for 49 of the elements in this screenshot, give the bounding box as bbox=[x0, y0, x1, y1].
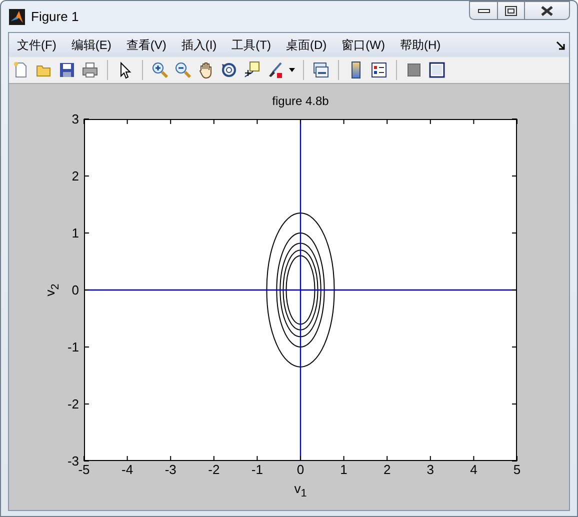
minimize-icon bbox=[478, 8, 490, 14]
tick-label: 2 bbox=[72, 168, 79, 184]
zoom-in-icon[interactable] bbox=[151, 61, 169, 79]
menu-item[interactable]: 查看(V) bbox=[126, 36, 172, 54]
menu-item[interactable]: 插入(I) bbox=[181, 36, 223, 54]
tick-label: -2 bbox=[67, 396, 79, 412]
zoom-out-icon[interactable] bbox=[174, 61, 192, 79]
tick-label: -3 bbox=[164, 462, 176, 477]
close-icon bbox=[541, 6, 553, 16]
dock-arrow-icon[interactable] bbox=[556, 41, 565, 50]
save-icon[interactable] bbox=[58, 61, 76, 79]
tick-label: -1 bbox=[251, 462, 263, 477]
restore-icon bbox=[505, 6, 517, 16]
minimize-button[interactable] bbox=[469, 1, 498, 20]
rotate-icon[interactable] bbox=[220, 61, 238, 79]
tick-label: -3 bbox=[67, 454, 79, 468]
menu-item[interactable]: 窗口(W) bbox=[342, 36, 391, 54]
tick-label: 3 bbox=[72, 112, 79, 126]
tick-label: 0 bbox=[296, 462, 304, 477]
window-title: Figure 1 bbox=[31, 9, 79, 24]
square-icon[interactable] bbox=[405, 61, 423, 79]
tick-label: 2 bbox=[383, 462, 391, 477]
menu-item[interactable]: 文件(F) bbox=[17, 36, 62, 54]
linked-plot-icon[interactable] bbox=[312, 61, 330, 79]
tick-label: -1 bbox=[67, 340, 79, 354]
caret-icon[interactable] bbox=[289, 68, 295, 72]
tick-label: 5 bbox=[513, 462, 521, 477]
tick-label: 1 bbox=[340, 462, 348, 477]
axis-label: v$_{1}$ bbox=[294, 481, 307, 500]
tick-label: -5 bbox=[78, 462, 90, 477]
tick-label: 4 bbox=[470, 462, 478, 477]
brush-icon[interactable] bbox=[266, 61, 284, 79]
tick-label: 3 bbox=[426, 462, 434, 477]
legend-icon[interactable] bbox=[370, 61, 388, 79]
tick-label: 0 bbox=[72, 282, 79, 298]
tick-label: -2 bbox=[208, 462, 220, 477]
print-icon[interactable] bbox=[81, 61, 99, 79]
tick-label: 1 bbox=[72, 226, 79, 240]
maximize-button[interactable] bbox=[498, 1, 525, 20]
data-cursor-icon[interactable] bbox=[243, 61, 261, 79]
window-icon[interactable] bbox=[428, 61, 446, 79]
plot-title: figure 4.8b bbox=[272, 94, 329, 108]
app-icon bbox=[9, 8, 25, 24]
menu-item[interactable]: 编辑(E) bbox=[71, 36, 118, 54]
menu-item[interactable]: 帮助(H) bbox=[400, 36, 447, 54]
menu-item[interactable]: 桌面(D) bbox=[286, 36, 333, 54]
menu-item[interactable]: 工具(T) bbox=[232, 36, 277, 54]
tick-label: -4 bbox=[122, 462, 134, 477]
close-button[interactable] bbox=[525, 1, 570, 20]
